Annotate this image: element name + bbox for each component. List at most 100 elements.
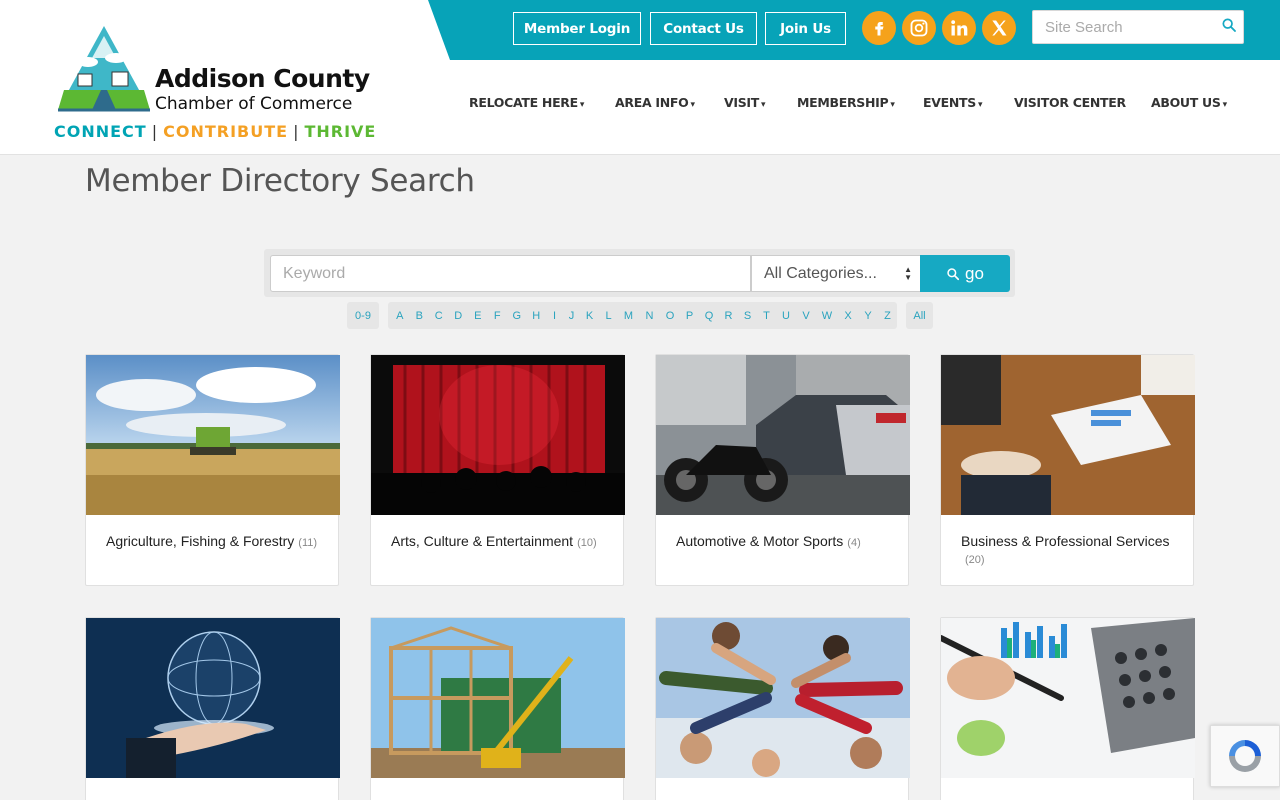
- nav-visit[interactable]: VISIT ▾: [724, 95, 766, 111]
- nav-label: MEMBERSHIP: [797, 95, 889, 110]
- alpha-link[interactable]: G: [507, 302, 527, 329]
- category-name: Automotive & Motor Sports: [676, 533, 844, 549]
- category-label: Arts, Culture & Entertainment (10): [371, 515, 623, 552]
- category-card[interactable]: Arts, Culture & Entertainment (10): [370, 354, 625, 586]
- automotive-image: [656, 355, 910, 515]
- category-card[interactable]: [85, 617, 340, 800]
- nav-label: EVENTS: [923, 95, 976, 110]
- tag-contribute: CONTRIBUTE: [163, 122, 289, 141]
- nav-label: VISITOR CENTER: [1014, 95, 1126, 110]
- alpha-link[interactable]: B: [410, 302, 430, 329]
- category-name: Agriculture, Fishing & Forestry: [106, 533, 295, 549]
- join-us-button[interactable]: Join Us: [765, 12, 846, 45]
- category-count: (4): [847, 537, 861, 549]
- category-select-value: All Categories...: [764, 264, 877, 282]
- alpha-link[interactable]: A: [390, 302, 410, 329]
- nav-area-info[interactable]: AREA INFO ▾: [615, 95, 695, 111]
- alpha-link[interactable]: Z: [878, 302, 897, 329]
- linkedin-icon[interactable]: [942, 11, 976, 45]
- alpha-link[interactable]: I: [546, 302, 563, 329]
- nav-membership[interactable]: MEMBERSHIP ▾: [797, 95, 895, 111]
- category-card[interactable]: Business & Professional Services (20): [940, 354, 1195, 586]
- agriculture-image: [86, 355, 340, 515]
- contact-us-button[interactable]: Contact Us: [650, 12, 757, 45]
- keyword-input[interactable]: [271, 256, 750, 291]
- site-search-box: [1032, 10, 1244, 44]
- nav-events[interactable]: EVENTS ▾: [923, 95, 982, 111]
- alpha-link[interactable]: N: [639, 302, 660, 329]
- community-image: [656, 618, 910, 778]
- alpha-link[interactable]: H: [527, 302, 547, 329]
- alpha-link-0-9[interactable]: 0-9: [347, 302, 379, 329]
- nav-label: VISIT: [724, 95, 760, 110]
- caret-down-icon: ▾: [890, 100, 895, 110]
- category-count: (20): [965, 554, 985, 566]
- alpha-link[interactable]: E: [468, 302, 488, 329]
- caret-down-icon: ▾: [977, 100, 983, 110]
- category-card[interactable]: [370, 617, 625, 800]
- category-name: Arts, Culture & Entertainment: [391, 533, 574, 549]
- alpha-link[interactable]: M: [618, 302, 639, 329]
- page-title: Member Directory Search: [85, 163, 475, 199]
- alpha-link[interactable]: O: [660, 302, 680, 329]
- nav-label: ABOUT US: [1151, 95, 1221, 110]
- alpha-link[interactable]: Q: [699, 302, 719, 329]
- go-button[interactable]: go: [920, 255, 1010, 292]
- instagram-icon[interactable]: [902, 11, 936, 45]
- arts-image: [371, 355, 625, 515]
- alpha-link[interactable]: D: [449, 302, 469, 329]
- alpha-filter-digits: 0-9: [347, 302, 379, 329]
- category-card[interactable]: [655, 617, 910, 800]
- alpha-link[interactable]: K: [580, 302, 599, 329]
- category-card[interactable]: Automotive & Motor Sports (4): [655, 354, 910, 586]
- keyword-field: [270, 255, 751, 292]
- logo-name: Addison County: [155, 64, 370, 93]
- tag-separator: |: [293, 122, 300, 141]
- alpha-filter-all: All: [906, 302, 933, 329]
- nav-visitor-center[interactable]: VISITOR CENTER: [1014, 95, 1126, 111]
- tag-separator: |: [151, 122, 159, 141]
- alpha-link[interactable]: J: [563, 302, 580, 329]
- alpha-link[interactable]: S: [738, 302, 757, 329]
- caret-down-icon: ▾: [761, 100, 766, 110]
- alpha-link[interactable]: T: [757, 302, 776, 329]
- go-label: go: [965, 263, 984, 283]
- logo-subtitle: Chamber of Commerce: [155, 94, 353, 114]
- site-search-input[interactable]: [1033, 11, 1243, 43]
- alpha-link[interactable]: C: [429, 302, 449, 329]
- category-card[interactable]: [940, 617, 1195, 800]
- construction-image: [371, 618, 625, 778]
- business-image: [941, 355, 1195, 515]
- member-login-button[interactable]: Member Login: [513, 12, 641, 45]
- caret-down-icon: ▾: [1222, 100, 1228, 110]
- alpha-link[interactable]: P: [680, 302, 699, 329]
- search-icon[interactable]: [1221, 17, 1237, 38]
- logo-mountain-icon: [58, 26, 150, 112]
- alpha-link[interactable]: Y: [858, 302, 878, 329]
- facebook-icon[interactable]: [862, 11, 896, 45]
- alpha-link[interactable]: X: [838, 302, 858, 329]
- technology-image: [86, 618, 340, 778]
- alpha-link[interactable]: R: [719, 302, 738, 329]
- site-logo[interactable]: Addison County Chamber of Commerce CONNE…: [54, 24, 375, 142]
- nav-about-us[interactable]: ABOUT US ▾: [1151, 95, 1227, 111]
- x-icon[interactable]: [982, 11, 1016, 45]
- alpha-link[interactable]: F: [488, 302, 508, 329]
- category-label: Business & Professional Services (20): [941, 515, 1193, 569]
- category-select[interactable]: All Categories... ▲ ▼: [751, 255, 921, 292]
- alpha-link[interactable]: L: [599, 302, 618, 329]
- caret-down-icon: ▾: [579, 100, 585, 110]
- alpha-link[interactable]: W: [816, 302, 838, 329]
- recaptcha-badge[interactable]: [1210, 725, 1280, 787]
- directory-search-form: All Categories... ▲▼ go: [264, 249, 1015, 297]
- category-label: [656, 778, 908, 800]
- alpha-filter-letters: A B C D E F G H I J K L M N O P Q R S T …: [388, 302, 897, 329]
- category-label: Automotive & Motor Sports (4): [656, 515, 908, 552]
- alpha-link-all[interactable]: All: [906, 302, 933, 329]
- alpha-link[interactable]: V: [796, 302, 816, 329]
- recaptcha-icon: [1229, 740, 1261, 772]
- category-card[interactable]: Agriculture, Fishing & Forestry (11): [85, 354, 340, 586]
- site-header: Addison County Chamber of Commerce CONNE…: [0, 0, 1280, 155]
- alpha-link[interactable]: U: [776, 302, 796, 329]
- nav-relocate-here[interactable]: RELOCATE HERE ▾: [469, 95, 584, 111]
